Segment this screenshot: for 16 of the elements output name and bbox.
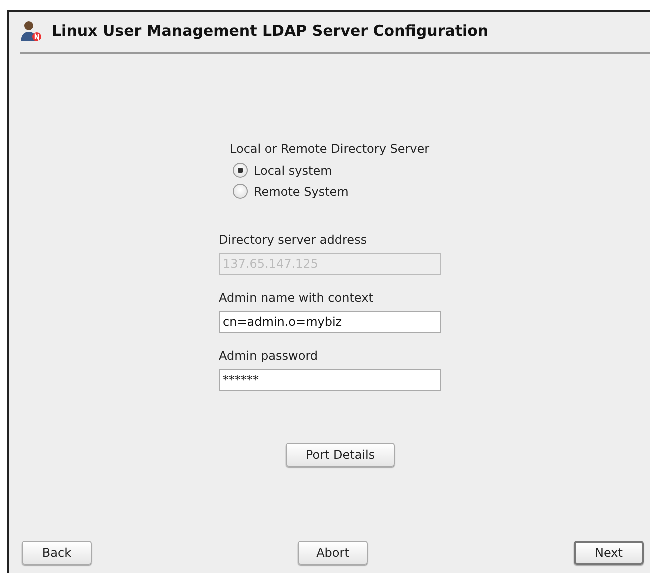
abort-button[interactable]: Abort <box>298 541 368 565</box>
field-label: Admin name with context <box>219 291 374 307</box>
radio-option[interactable]: Remote System <box>233 181 349 202</box>
radio-circle[interactable] <box>233 184 248 199</box>
radio-circle[interactable] <box>233 163 248 178</box>
back-button[interactable]: Back <box>22 541 92 565</box>
field-label: Directory server address <box>219 233 368 249</box>
port-details-button[interactable]: Port Details <box>286 443 395 467</box>
field-label: Admin password <box>219 349 320 365</box>
window-title: Linux User Management LDAP Server Configuration <box>52 22 489 40</box>
group-label: Local or Remote Directory Server <box>230 142 431 158</box>
radio-option[interactable]: Local system <box>233 160 332 181</box>
input-field[interactable]: ****** <box>219 369 441 391</box>
next-button[interactable]: Next <box>574 541 644 565</box>
input-field[interactable]: cn=admin.o=mybiz <box>219 311 441 333</box>
user-icon <box>20 20 42 42</box>
